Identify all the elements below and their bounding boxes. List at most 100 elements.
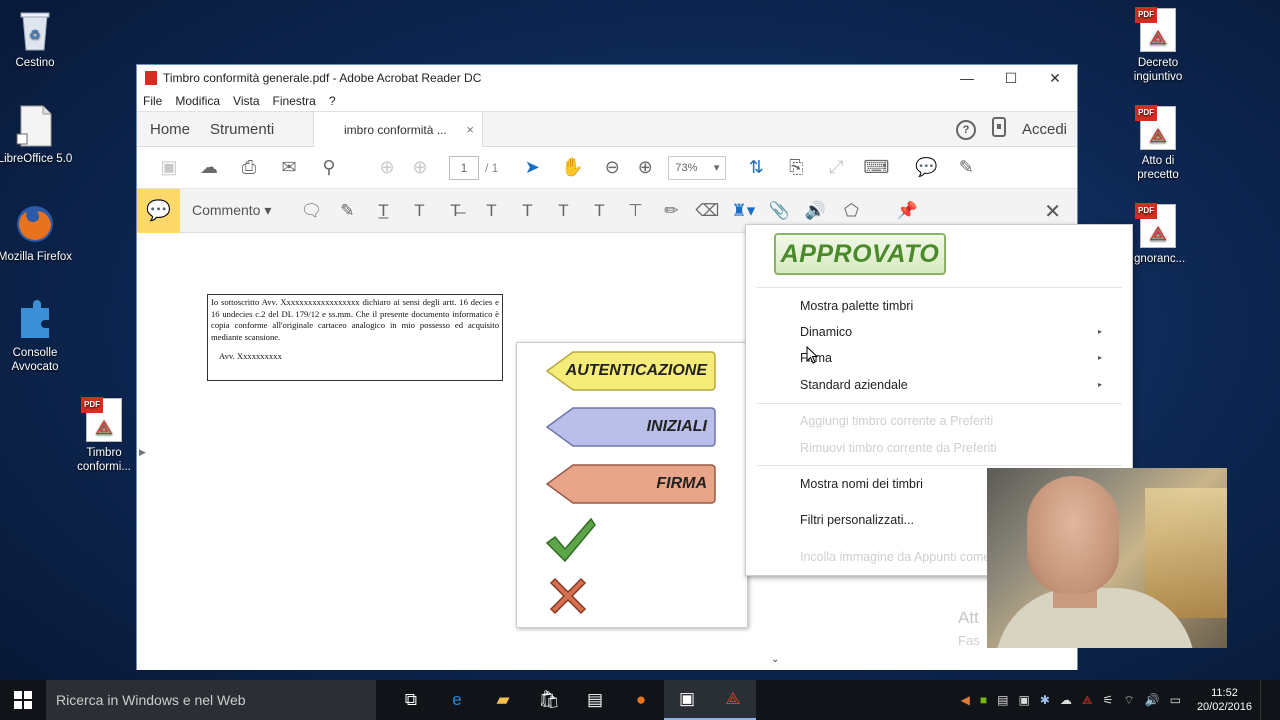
menu-item-show-palette[interactable]: Mostra palette timbri (800, 296, 1108, 316)
file-explorer-icon[interactable]: ▰ (480, 680, 526, 720)
insert-text-icon[interactable]: T (509, 201, 545, 221)
menu-help[interactable]: ? (329, 94, 336, 108)
fullscreen-icon[interactable]: ⤢ (816, 157, 856, 178)
action-center-icon[interactable]: ▭ (1170, 693, 1181, 707)
zoom-out-icon[interactable]: ⊖ (592, 157, 632, 178)
stamp-autenticazione[interactable]: AUTENTICAZIONE (545, 350, 717, 392)
upload-cloud-icon[interactable]: ☁ (189, 157, 229, 178)
highlight-icon[interactable]: ✎ (329, 201, 365, 221)
acrobat-taskbar-icon[interactable]: ⟁ (710, 680, 756, 720)
tray-app-icon[interactable]: ▣ (1018, 693, 1029, 707)
select-cursor-icon[interactable]: ➤ (512, 157, 552, 178)
menu-file[interactable]: File (143, 94, 162, 108)
strikethrough-icon[interactable]: T̶ (437, 201, 473, 221)
menu-item-standard-aziendale[interactable]: Standard aziendale ▸ (800, 375, 1108, 395)
desktop-icon-consolle[interactable]: Consolle Avvocato (0, 298, 73, 374)
tab-tools[interactable]: Strumenti (210, 121, 274, 138)
tray-app-icon[interactable]: ▤ (997, 693, 1008, 707)
tab-home[interactable]: Home (150, 121, 190, 138)
comment-icon[interactable]: 💬 (906, 157, 946, 178)
zoom-select[interactable]: 73% ▾ (668, 155, 727, 180)
close-window-button[interactable]: ✕ (1033, 70, 1077, 87)
pencil-icon[interactable]: ✏ (653, 201, 689, 221)
desktop-icon-recycle-bin[interactable]: ♻ Cestino (0, 8, 73, 70)
menu-finestra[interactable]: Finestra (273, 94, 316, 108)
comment-dropdown[interactable]: Commento ▾ (192, 202, 271, 219)
stamp-firma[interactable]: FIRMA (545, 463, 717, 505)
help-icon[interactable]: ? (955, 119, 976, 140)
pen-sign-icon[interactable]: ✎ (946, 157, 986, 178)
system-tray: ◀ ■ ▤ ▣ ✱ ☁ ⟁ ⚟ ⌔ 🔊 ▭ 11:52 20/02/2016 (961, 686, 1260, 714)
menu-item-dinamico[interactable]: Dinamico ▸ (800, 322, 1108, 342)
taskbar-search[interactable]: Ricerca in Windows e nel Web (46, 680, 376, 720)
volume-icon[interactable]: 🔊 (1145, 693, 1160, 707)
close-comment-icon[interactable]: ✕ (1044, 199, 1061, 224)
eraser-icon[interactable]: ⌫ (689, 201, 725, 221)
mobile-link-icon[interactable] (991, 117, 1006, 142)
expand-panel-icon[interactable]: ▶ (139, 447, 146, 458)
edge-icon[interactable]: e (434, 680, 480, 720)
check-stamp-icon[interactable] (545, 517, 597, 563)
sticky-note-icon[interactable]: 🗨 (293, 201, 329, 221)
comment-tool-icon[interactable]: 💬 (137, 188, 180, 233)
current-stamp-approvato[interactable]: APPROVATO (774, 233, 946, 275)
record-audio-icon[interactable]: 🔊 (797, 201, 833, 221)
menu-vista[interactable]: Vista (233, 94, 259, 108)
tab-document[interactable]: imbro conformità ... × (313, 112, 483, 147)
minimize-button[interactable]: — (945, 70, 989, 86)
acrobat-tray-icon[interactable]: ⟁ (1082, 693, 1093, 708)
keyboard-scroll-icon[interactable]: ⌨ (856, 157, 896, 178)
store-icon[interactable]: 🛍 (526, 680, 572, 720)
next-page-icon[interactable]: ⊕ (407, 157, 433, 178)
firefox-taskbar-icon[interactable]: ● (618, 680, 664, 720)
taskbar: Ricerca in Windows e nel Web ⧉ e ▰ 🛍 ▤ ●… (0, 680, 1280, 720)
close-tab-icon[interactable]: × (466, 122, 474, 137)
start-button[interactable] (0, 680, 46, 720)
capture-app-icon[interactable]: ▣ (664, 680, 710, 720)
desktop-icon-atto[interactable]: PDF ⟁ Atto di precetto (1120, 105, 1196, 182)
zoom-value: 73% (675, 161, 698, 174)
replace-text-icon[interactable]: T (473, 201, 509, 221)
scroll-down-icon[interactable]: ⌄ (771, 654, 779, 665)
desktop-icon-firefox[interactable]: Mozilla Firefox (0, 202, 73, 264)
presenter-face (1027, 476, 1119, 594)
bluetooth-icon[interactable]: ✱ (1040, 693, 1050, 707)
attach-file-icon[interactable]: 📎 (761, 201, 797, 221)
desktop-icon-timbro[interactable]: PDF ⟁ Timbro conformi... (66, 397, 142, 474)
wifi-icon[interactable]: ⌔ (1123, 693, 1134, 708)
zoom-in-icon[interactable]: ⊕ (632, 157, 658, 178)
read-mode-icon[interactable]: ⎘ (776, 157, 816, 178)
search-icon[interactable]: ⚲ (309, 157, 349, 178)
menu-item-firma[interactable]: Firma ▸ (800, 348, 1108, 368)
stamp-icon[interactable]: ♜▾ (725, 201, 761, 221)
print-icon[interactable]: ⎙ (229, 157, 269, 178)
menu-modifica[interactable]: Modifica (175, 94, 220, 108)
fit-page-icon[interactable]: ⇅ (736, 157, 776, 178)
stamp-iniziali[interactable]: INIZIALI (545, 406, 717, 448)
previous-page-icon[interactable]: ⊕ (367, 157, 407, 178)
text-comment-icon[interactable]: T (401, 201, 437, 221)
flag-icon[interactable]: ◀ (961, 693, 970, 707)
text-box-icon[interactable]: ⊤ (617, 201, 653, 221)
pin-icon[interactable]: 📌 (889, 201, 925, 221)
desktop-icon-decreto[interactable]: PDF ⟁ Decreto ingiuntivo (1120, 7, 1196, 84)
task-view-icon[interactable]: ⧉ (388, 680, 434, 720)
clock[interactable]: 11:52 20/02/2016 (1197, 686, 1252, 714)
network-icon[interactable]: ⚟ (1103, 693, 1114, 707)
underline-text-icon[interactable]: T̲ (365, 201, 401, 221)
login-link[interactable]: Accedi (1022, 121, 1067, 138)
onedrive-icon[interactable]: ☁ (1060, 693, 1072, 707)
page-number-input[interactable]: 1 (449, 155, 479, 180)
save-icon[interactable]: ▣ (149, 157, 189, 178)
add-text-icon[interactable]: T (581, 201, 617, 221)
show-desktop-button[interactable] (1260, 680, 1280, 720)
cross-stamp-icon[interactable] (547, 575, 589, 617)
desktop-icon-libreoffice[interactable]: LibreOffice 5.0 (0, 104, 73, 166)
insert-caret-icon[interactable]: T (545, 201, 581, 221)
document-app-icon[interactable]: ▤ (572, 680, 618, 720)
nvidia-icon[interactable]: ■ (980, 693, 987, 707)
shapes-icon[interactable]: ⬠ (833, 201, 869, 221)
mail-icon[interactable]: ✉ (269, 157, 309, 178)
maximize-button[interactable]: ☐ (989, 70, 1033, 87)
hand-tool-icon[interactable]: ✋ (552, 157, 592, 178)
